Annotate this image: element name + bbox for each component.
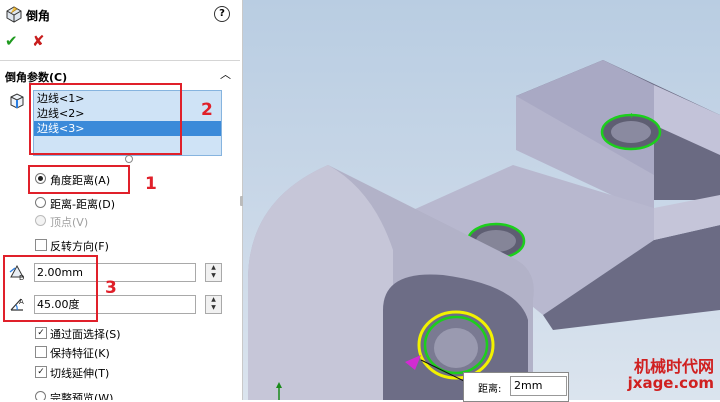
- radio-vertex: [35, 215, 46, 226]
- front-hole-inner: [434, 328, 478, 368]
- annotation-label-2: 2: [201, 100, 213, 120]
- label-select-through-faces: 通过面选择(S): [50, 328, 121, 341]
- radio-full-preview[interactable]: [35, 391, 46, 400]
- radio-distance-distance[interactable]: [35, 197, 46, 208]
- graphics-viewport[interactable]: +: [243, 0, 720, 400]
- distance-spinner[interactable]: ▲ ▼: [205, 263, 222, 282]
- chamfer-feature-icon: [6, 6, 22, 23]
- distance-callout: 距离: 2mm: [463, 372, 569, 402]
- checkbox-tangent-propagation[interactable]: ✓: [35, 366, 47, 378]
- label-vertex: 顶点(V): [50, 216, 89, 229]
- annotation-box-3: [3, 255, 98, 322]
- watermark-domain: jxage.com: [627, 374, 714, 392]
- annotation-label-1: 1: [145, 174, 157, 194]
- edge-selection-icon: [10, 93, 24, 109]
- collapse-chevron-icon[interactable]: ︿: [220, 66, 231, 82]
- checkbox-flip-direction[interactable]: [35, 239, 47, 251]
- distance-callout-input[interactable]: 2mm: [510, 376, 567, 396]
- label-distance-distance: 距离-距离(D): [50, 198, 116, 211]
- cancel-button[interactable]: ✘: [32, 32, 45, 50]
- label-flip-direction: 反转方向(F): [50, 240, 109, 253]
- checkbox-keep-features[interactable]: [35, 346, 47, 358]
- panel-title: 倒角: [26, 9, 51, 23]
- label-full-preview: 完整预览(W): [50, 392, 114, 400]
- annotation-box-1: [28, 165, 130, 194]
- angle-spinner[interactable]: ▲ ▼: [205, 295, 222, 314]
- panel-divider: [0, 60, 240, 61]
- list-resize-handle[interactable]: [125, 155, 133, 163]
- property-manager-panel: 倒角 ? ✔ ✘ 倒角参数(C) ︿ 边线<1> 边线<2> 边线<3> 角度距…: [0, 0, 243, 400]
- svg-text:+: +: [628, 111, 635, 120]
- annotation-box-2: [29, 83, 182, 155]
- ok-button[interactable]: ✔: [5, 32, 18, 50]
- distance-callout-label: 距离:: [478, 384, 502, 395]
- checkbox-select-through-faces[interactable]: ✓: [35, 327, 47, 339]
- annotation-label-3: 3: [105, 278, 117, 298]
- label-tangent-propagation: 切线延伸(T): [50, 367, 110, 380]
- help-icon[interactable]: ?: [214, 6, 230, 22]
- top-hole-inner: [611, 121, 651, 143]
- part-model-drawing: +: [248, 60, 720, 400]
- label-keep-features: 保持特征(K): [50, 347, 110, 360]
